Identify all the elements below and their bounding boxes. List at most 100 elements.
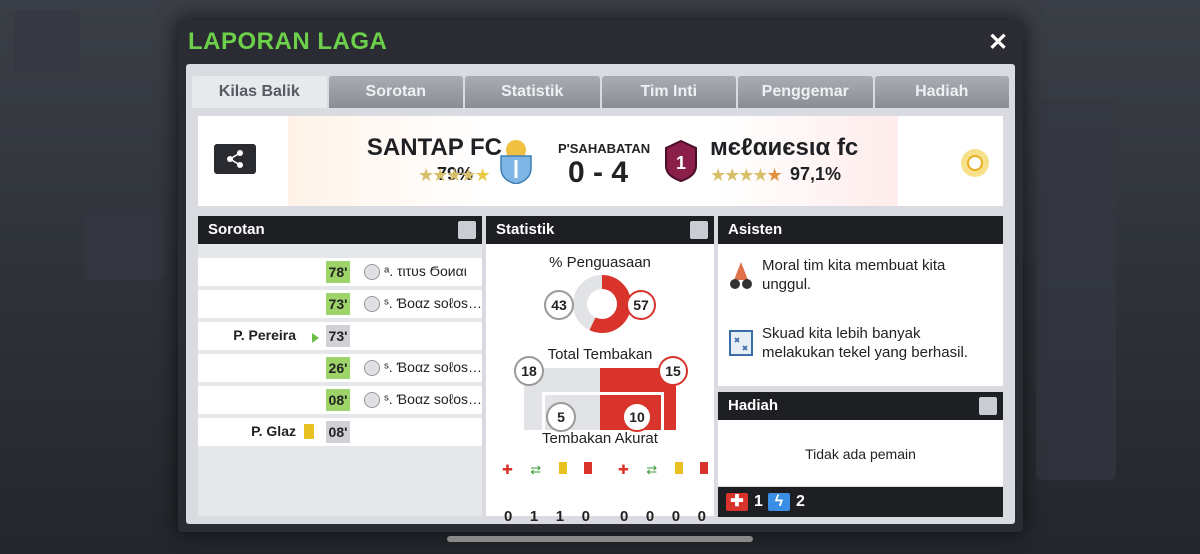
dialog-title: LAPORAN LAGA [188, 28, 388, 55]
tab-bar: Kilas Balik Sorotan Statistik Tim Inti P… [192, 76, 1009, 108]
tab-tim-inti[interactable]: Tim Inti [601, 76, 736, 108]
shots-away: 15 [658, 356, 688, 386]
injury-icon: ✚ [618, 462, 629, 477]
bg-right-menu [1036, 100, 1116, 480]
event-minute: 73' [326, 293, 350, 315]
rewards-title: Hadiah [728, 397, 779, 414]
accurate-away: 10 [622, 402, 652, 432]
tab-hadiah[interactable]: Hadiah [874, 76, 1009, 108]
highlights-header: Sorotan [198, 216, 482, 244]
home-stars: ★★★★★ [418, 165, 491, 185]
assistant-title: Asisten [728, 221, 783, 238]
assistant-tip-2: Skuad kita lebih banyak melakukan tekel … [762, 325, 968, 361]
rewards-header: Hadiah [718, 392, 1003, 420]
home-team-name: SANTAP FC [366, 134, 502, 161]
match-report-dialog: LAPORAN LAGA ✕ Kilas Balik Sorotan Stati… [178, 20, 1023, 532]
away-team-crest: 1 [665, 140, 697, 182]
stats-title: Statistik [496, 221, 555, 238]
close-button[interactable]: ✕ [985, 30, 1011, 56]
discipline-icons-home: ✚ ⇄ [502, 462, 592, 478]
shots-home: 18 [514, 356, 544, 386]
svg-text:1: 1 [676, 153, 686, 173]
ball-icon [364, 296, 380, 312]
tab-kilas-balik[interactable]: Kilas Balik [192, 76, 327, 108]
home-subs: 1 [529, 508, 539, 525]
assistant-tip-1: Moral tim kita membuat kita unggul. [762, 257, 946, 293]
morale-icon [730, 262, 752, 289]
event-row: 73' ˢ. Ɓοαz ѕοℓοѕ… [198, 290, 482, 318]
event-row: 26' ˢ. Ɓοαz ѕοℓοѕ… [198, 354, 482, 382]
expand-highlights-button[interactable] [458, 221, 476, 239]
event-player: ᵃ. τιτυѕ Ϭοиαι [384, 263, 467, 279]
tactics-board-icon [729, 330, 753, 356]
share-icon [227, 150, 243, 168]
tab-sorotan[interactable]: Sorotan [328, 76, 463, 108]
event-player: ˢ. Ɓοαz ѕοℓοѕ… [384, 359, 483, 375]
assistant-header: Asisten [718, 216, 1003, 244]
away-injuries: 0 [620, 508, 629, 525]
event-player: ˢ. Ɓοαz ѕοℓοѕ… [384, 295, 483, 311]
injury-icon: ✚ [502, 462, 513, 477]
home-yellow: 1 [555, 508, 565, 525]
match-banner: SANTAP FC 79% ★★★★★ P'SAHABATAN 0 - 4 1 … [198, 116, 1003, 206]
event-minute: 08' [326, 421, 350, 443]
yellow-card-icon [558, 462, 567, 474]
health-icon: ✚ [726, 493, 748, 511]
report-panel: Kilas Balik Sorotan Statistik Tim Inti P… [186, 64, 1015, 525]
away-red: 0 [697, 508, 706, 525]
assistant-section: Asisten Moral tim kita membuat kita ungg… [718, 216, 1003, 386]
away-stars: ★★★★★ [710, 165, 783, 185]
stats-section: Statistik % Penguasaan 43 57 Total Temba… [486, 216, 714, 525]
yellow-card-icon [304, 424, 314, 439]
event-minute: 73' [326, 325, 350, 347]
ball-icon [364, 264, 380, 280]
substitution-arrow-icon [300, 328, 320, 349]
red-card-icon [583, 462, 592, 474]
rewards-footer: ✚ 1 ϟ 2 [718, 487, 1003, 517]
home-team-crest [500, 140, 532, 184]
accurate-home: 5 [546, 402, 576, 432]
event-player: P. Glaz [251, 423, 296, 439]
red-card-icon [699, 462, 708, 474]
match-score: 0 - 4 [567, 156, 629, 189]
possession-donut [573, 275, 631, 333]
possession-label: % Penguasaan [549, 254, 651, 271]
highlights-title: Sorotan [208, 221, 265, 238]
match-type: P'SAHABATAN [558, 141, 651, 156]
tab-penggemar[interactable]: Penggemar [738, 76, 873, 108]
energy-count: 2 [796, 493, 805, 510]
bg-left-menu [84, 210, 164, 280]
event-row: 08' P. Glaz [198, 418, 482, 446]
highlights-section: Sorotan 78' ᵃ. τιτυѕ Ϭοиαι 73' ˢ. Ɓοαz ѕοℓο… [198, 216, 482, 516]
away-subs: 0 [645, 508, 655, 525]
bg-left-panel [14, 10, 80, 74]
event-minute: 08' [326, 389, 350, 411]
event-minute: 78' [326, 261, 350, 283]
home-red: 0 [581, 508, 590, 525]
event-row: 73' P. Pereira [198, 322, 482, 350]
event-row: 78' ᵃ. τιτυѕ Ϭοиαι [198, 258, 482, 286]
possession-home: 43 [544, 290, 574, 320]
rewards-section: Hadiah Tidak ada pemain [718, 392, 1003, 486]
substitution-icon: ⇄ [646, 462, 658, 477]
rewards-empty-text: Tidak ada pemain [805, 446, 916, 462]
away-discipline-counts: 0 0 0 0 [620, 508, 706, 525]
tab-statistik[interactable]: Statistik [465, 76, 600, 108]
stats-header: Statistik [486, 216, 714, 244]
event-row: 08' ˢ. Ɓοαz ѕοℓοѕ… [198, 386, 482, 414]
substitution-icon: ⇄ [530, 462, 542, 477]
away-yellow: 0 [671, 508, 681, 525]
expand-stats-button[interactable] [690, 221, 708, 239]
event-player: P. Pereira [233, 327, 296, 343]
discipline-icons-away: ✚ ⇄ [618, 462, 708, 478]
yellow-card-icon [674, 462, 683, 474]
sun-icon [961, 149, 989, 177]
expand-rewards-button[interactable] [979, 397, 997, 415]
share-button[interactable] [214, 144, 256, 174]
ball-icon [364, 360, 380, 376]
away-team-rating: 97,1% [790, 164, 842, 184]
health-count: 1 [754, 493, 763, 510]
home-discipline-counts: 0 1 1 0 [504, 508, 590, 525]
ball-icon [364, 392, 380, 408]
away-team-name: мєℓαиєѕια fc [710, 134, 859, 161]
